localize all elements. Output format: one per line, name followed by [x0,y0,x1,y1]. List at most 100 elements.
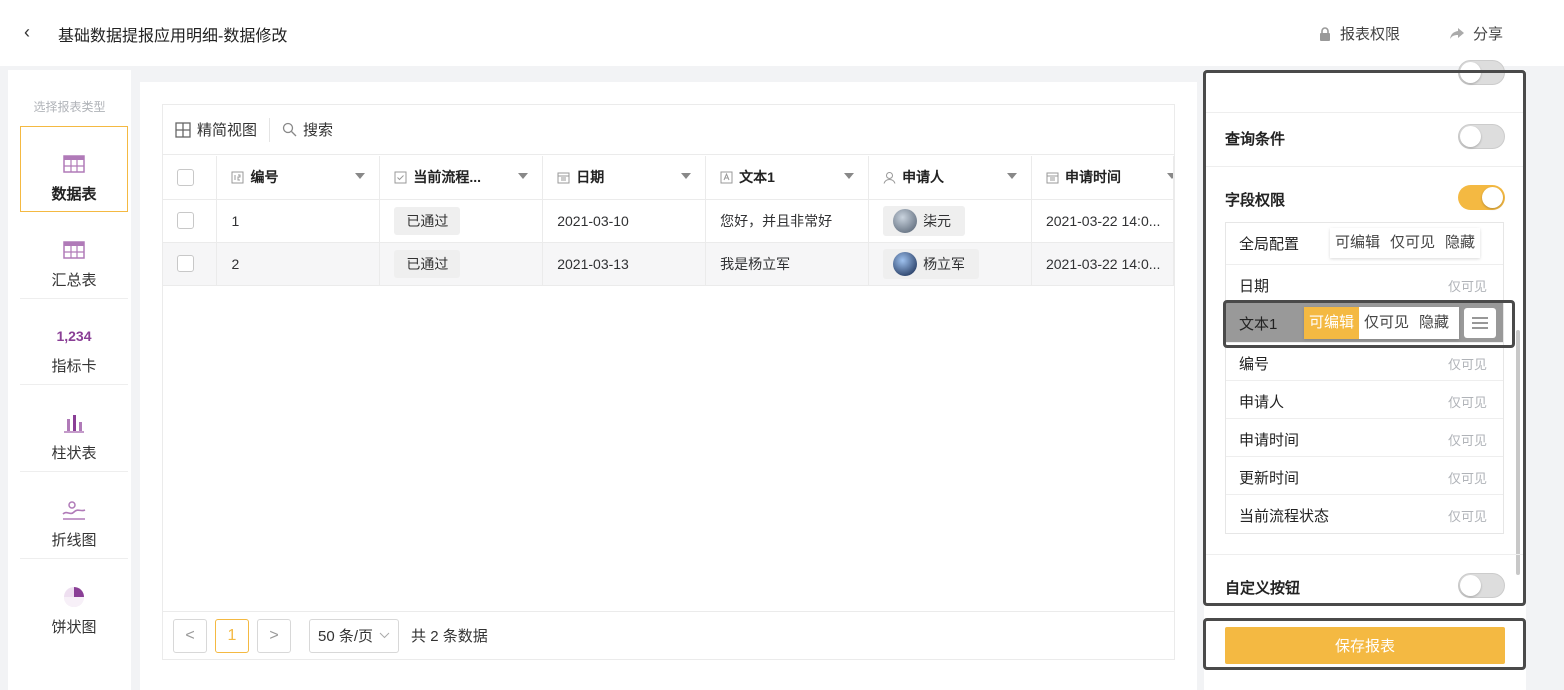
top-bar: ‹ 基础数据提报应用明细-数据修改 报表权限 分享 [0,0,1564,66]
field-row-date[interactable]: 日期 仅可见 [1226,265,1503,303]
global-config-label: 全局配置 [1239,236,1300,253]
pagination: < 1 > 50 条/页 共 2 条数据 [163,611,1174,659]
sidebar-item-label: 饼状图 [51,619,97,636]
page-title: 基础数据提报应用明细-数据修改 [58,28,288,45]
field-row-text1[interactable]: 文本1 可编辑 仅可见 隐藏 [1226,303,1503,343]
main-content: 精简视图 搜索 编号 当前流程... 日期 文本1 申请人 申请时间 1 已通过… [140,82,1197,690]
cell-applicant[interactable]: 杨立军 [868,242,1032,286]
column-header-text1[interactable]: 文本1 [705,156,870,200]
column-header-label: 日期 [576,169,605,186]
cell-apply-time[interactable]: 2021-03-22 14:0... [1031,199,1175,243]
text1-visible-option[interactable]: 仅可见 [1359,307,1414,339]
field-name: 日期 [1239,278,1270,295]
report-permission-label: 报表权限 [1340,26,1401,43]
toggle-knob [1460,575,1481,596]
section-divider [1204,112,1526,113]
compact-view-button[interactable]: 精简视图 [175,119,257,140]
column-header-date[interactable]: 日期 [542,156,707,200]
global-visible-option[interactable]: 仅可见 [1385,228,1440,258]
cell-date[interactable]: 2021-03-13 [542,242,707,286]
sidebar-item-kpi-card[interactable]: 1,234 指标卡 [20,299,128,385]
field-permissions-toggle[interactable] [1458,185,1505,210]
table-row[interactable]: 2 已通过 2021-03-13 我是杨立军 杨立军 2021-03-22 14… [163,242,1175,286]
row-checkbox[interactable] [177,212,194,230]
cell-date[interactable]: 2021-03-10 [542,199,707,243]
compact-view-label: 精简视图 [197,122,258,139]
sidebar-item-bar-chart[interactable]: 柱状表 [20,386,128,472]
field-permission-table: 全局配置 可编辑 仅可见 隐藏 日期 仅可见 文本1 可编辑 仅可见 隐藏 编号 [1225,222,1504,534]
custom-buttons-toggle[interactable] [1458,573,1505,598]
global-editable-option[interactable]: 可编辑 [1330,228,1385,258]
cell-applicant[interactable]: 柒元 [868,199,1032,243]
field-name: 申请人 [1239,394,1285,411]
sidebar-item-summary-table[interactable]: 汇总表 [20,213,128,299]
cell-text1[interactable]: 您好，并且非常好 [705,199,870,243]
next-page-button[interactable]: > [257,618,291,653]
text-field-icon [720,171,733,184]
field-row-applicant[interactable]: 申请人 仅可见 [1226,381,1503,419]
column-header-label: 文本1 [739,169,775,186]
sidebar-item-label: 指标卡 [51,358,97,375]
column-header-status[interactable]: 当前流程... [379,156,544,200]
drag-handle-icon[interactable] [1464,308,1496,338]
sort-caret-icon[interactable] [355,173,366,179]
column-header-applicant[interactable]: 申请人 [868,156,1032,200]
column-header-number[interactable]: 编号 [216,156,381,200]
sidebar-heading: 选择报表类型 [33,100,106,114]
checkbox-field-icon [394,171,407,184]
field-row-apply-time[interactable]: 申请时间 仅可见 [1226,419,1503,457]
top-toggle-switch[interactable] [1458,60,1505,85]
table-row[interactable]: 1 已通过 2021-03-10 您好，并且非常好 柒元 2021-03-22 … [163,199,1175,243]
field-permission-value: 仅可见 [1447,357,1487,372]
report-permission-button[interactable]: 报表权限 [1318,23,1400,44]
cell-apply-time[interactable]: 2021-03-22 14:0... [1031,242,1175,286]
sort-caret-icon[interactable] [1167,173,1173,179]
sidebar-item-label: 数据表 [51,186,97,203]
cell-status[interactable]: 已通过 [379,242,544,286]
global-hidden-option[interactable]: 隐藏 [1440,228,1480,258]
search-button[interactable]: 搜索 [282,119,333,140]
custom-buttons-label: 自定义按钮 [1225,580,1301,597]
back-chevron-icon[interactable]: ‹ [24,22,30,43]
field-name: 申请时间 [1239,432,1300,449]
sort-caret-icon[interactable] [844,173,855,179]
cell-number[interactable]: 2 [216,242,381,286]
lock-icon [1320,26,1330,41]
field-row-flow-status[interactable]: 当前流程状态 仅可见 [1226,495,1503,533]
settings-panel: 查询条件 字段权限 全局配置 可编辑 仅可见 隐藏 日期 仅可见 文本1 可编辑… [1204,60,1526,690]
field-row-update-time[interactable]: 更新时间 仅可见 [1226,457,1503,495]
field-name: 更新时间 [1239,470,1300,487]
field-row-number[interactable]: 编号 仅可见 [1226,343,1503,381]
select-all-checkbox[interactable] [177,169,194,187]
sidebar-item-line-chart[interactable]: 折线图 [20,473,128,559]
field-permissions-label: 字段权限 [1225,192,1286,209]
field-permission-value: 仅可见 [1447,471,1487,486]
sort-caret-icon[interactable] [1006,173,1017,179]
field-permission-value: 仅可见 [1447,395,1487,410]
query-conditions-label: 查询条件 [1225,131,1286,148]
current-page-button[interactable]: 1 [215,618,249,653]
column-header-apply-time[interactable]: 申请时间 [1031,156,1175,200]
applicant-chip: 柒元 [883,205,966,236]
text1-hidden-option[interactable]: 隐藏 [1414,307,1459,339]
bar-chart-icon [20,412,128,434]
cell-number[interactable]: 1 [216,199,381,243]
query-conditions-toggle[interactable] [1458,124,1505,149]
prev-page-button[interactable]: < [173,618,207,653]
text1-editable-option[interactable]: 可编辑 [1304,307,1360,339]
avatar [893,251,918,276]
report-type-sidebar: 选择报表类型 数据表 汇总表 1,234 指标卡 柱状表 折线图 饼状图 [8,70,131,690]
cell-text1[interactable]: 我是杨立军 [705,242,870,286]
sort-caret-icon[interactable] [681,173,692,179]
sidebar-item-data-table[interactable]: 数据表 [20,126,128,212]
share-icon [1450,27,1464,39]
sidebar-item-pie-chart[interactable]: 饼状图 [20,560,128,646]
row-checkbox[interactable] [177,255,194,273]
toolbar-divider [269,117,271,142]
sort-caret-icon[interactable] [518,173,529,179]
panel-scrollbar[interactable] [1516,330,1520,575]
cell-status[interactable]: 已通过 [379,199,544,243]
page-size-select[interactable]: 50 条/页 [309,618,400,653]
share-button[interactable]: 分享 [1449,23,1503,44]
save-report-button[interactable]: 保存报表 [1225,627,1505,664]
